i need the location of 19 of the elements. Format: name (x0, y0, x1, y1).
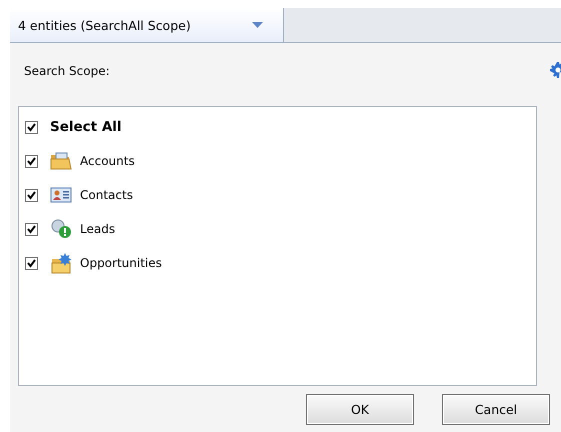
checkbox[interactable] (25, 154, 38, 168)
item-label: Opportunities (80, 256, 162, 270)
panel-title: Search Scope: (24, 64, 110, 78)
item-label: Contacts (80, 188, 133, 202)
item-label: Accounts (80, 154, 135, 168)
item-label: Select All (50, 119, 122, 135)
lead-icon (50, 219, 72, 239)
checkbox[interactable] (25, 222, 38, 236)
checkbox[interactable] (25, 256, 38, 270)
folder-icon (50, 151, 72, 171)
contact-card-icon (50, 186, 72, 204)
item-label: Leads (80, 222, 116, 236)
scope-dropdown[interactable]: 4 entities (SearchAll Scope) (10, 8, 284, 42)
checkbox[interactable] (25, 188, 38, 202)
ok-button[interactable]: OK (306, 394, 414, 425)
checkbox[interactable] (25, 120, 38, 134)
cancel-button[interactable]: Cancel (442, 394, 550, 425)
dropdown-arrow-icon (252, 22, 263, 28)
folder-star-icon (50, 252, 72, 274)
